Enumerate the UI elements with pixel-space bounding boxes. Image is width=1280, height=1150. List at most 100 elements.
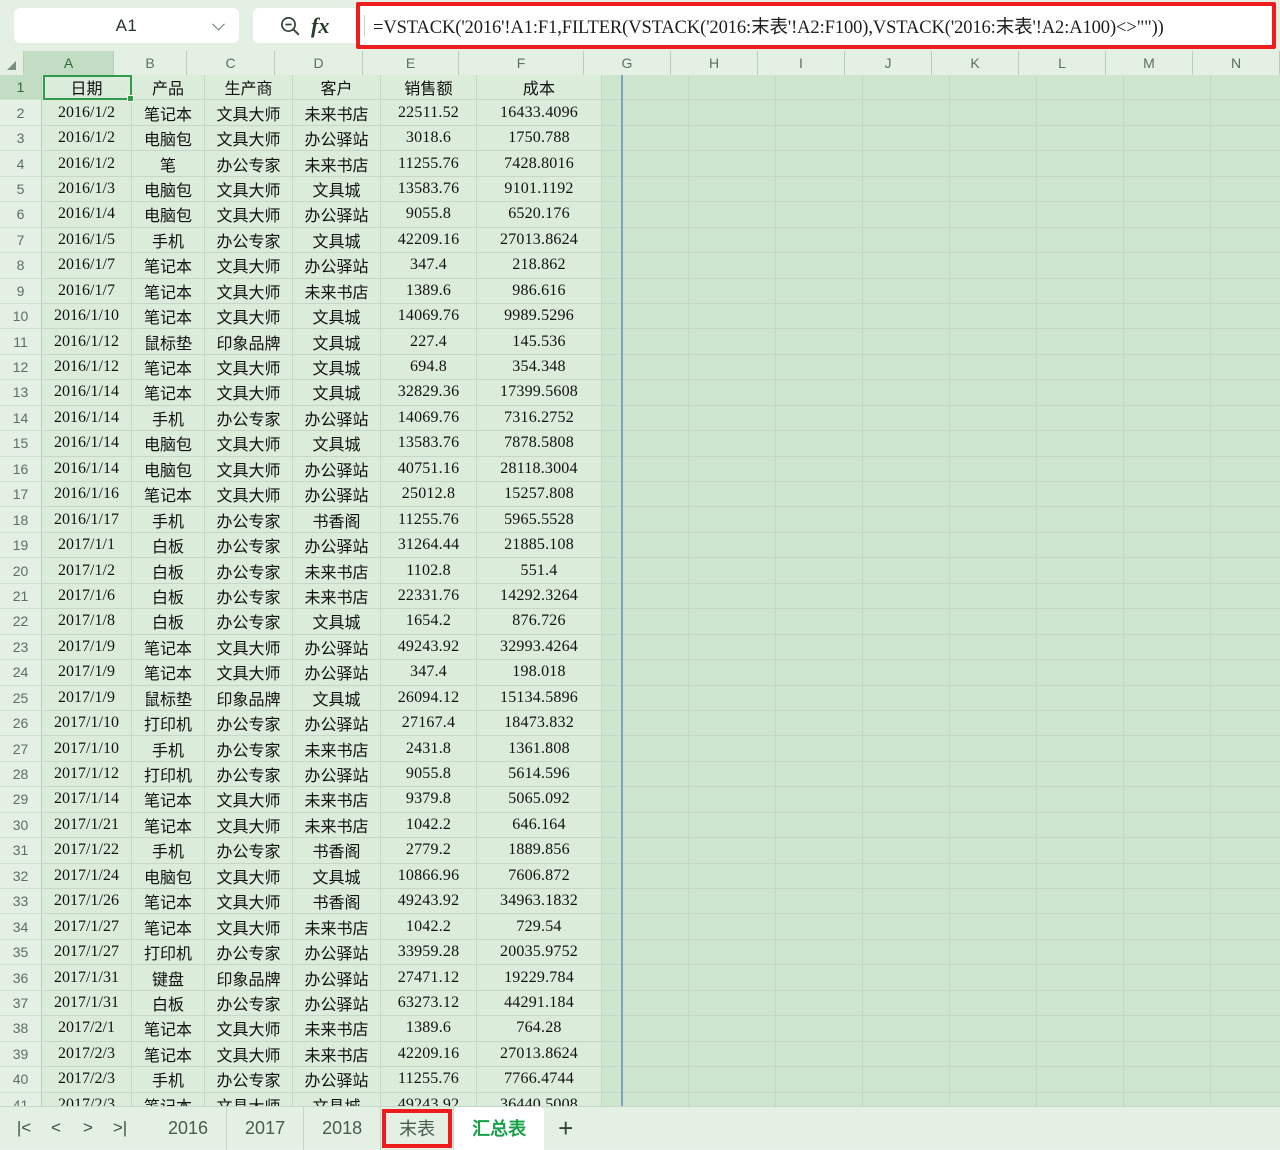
- cell-L33[interactable]: [1037, 889, 1124, 914]
- cell-J32[interactable]: [863, 864, 950, 889]
- cell-D20[interactable]: 未来书店: [293, 558, 381, 583]
- cell-F17[interactable]: 15257.808: [477, 482, 602, 507]
- cell-B3[interactable]: 电脑包: [132, 126, 205, 151]
- cell-F28[interactable]: 5614.596: [477, 762, 602, 787]
- table-row[interactable]: 332017/1/26笔记本文具大师书香阁49243.9234963.1832: [0, 889, 1280, 914]
- cell-B10[interactable]: 笔记本: [132, 304, 205, 329]
- cell-C35[interactable]: 办公专家: [205, 940, 293, 965]
- cell-D1[interactable]: 客户: [293, 75, 381, 100]
- cell-H18[interactable]: [689, 507, 776, 532]
- table-row[interactable]: 182016/1/17手机办公专家书香阁11255.765965.5528: [0, 507, 1280, 532]
- cell-A10[interactable]: 2016/1/10: [42, 304, 132, 329]
- cell-M13[interactable]: [1124, 380, 1211, 405]
- cell-A40[interactable]: 2017/2/3: [42, 1067, 132, 1092]
- cell-L7[interactable]: [1037, 228, 1124, 253]
- cell-I19[interactable]: [776, 533, 863, 558]
- cell-L8[interactable]: [1037, 253, 1124, 278]
- cell-C3[interactable]: 文具大师: [205, 126, 293, 151]
- cell-F16[interactable]: 28118.3004: [477, 457, 602, 482]
- cell-H9[interactable]: [689, 279, 776, 304]
- cell-E37[interactable]: 63273.12: [381, 991, 477, 1016]
- cell-L9[interactable]: [1037, 279, 1124, 304]
- cell-E36[interactable]: 27471.12: [381, 965, 477, 990]
- table-row[interactable]: 232017/1/9笔记本文具大师办公驿站49243.9232993.4264: [0, 635, 1280, 660]
- cell-C24[interactable]: 文具大师: [205, 660, 293, 685]
- cell-J7[interactable]: [863, 228, 950, 253]
- cell-A34[interactable]: 2017/1/27: [42, 914, 132, 939]
- cell-A29[interactable]: 2017/1/14: [42, 787, 132, 812]
- cell-A17[interactable]: 2016/1/16: [42, 482, 132, 507]
- table-row[interactable]: 52016/1/3电脑包文具大师文具城13583.769101.1192: [0, 177, 1280, 202]
- cell-G3[interactable]: [602, 126, 689, 151]
- cell-G2[interactable]: [602, 100, 689, 125]
- cell-K31[interactable]: [950, 838, 1037, 863]
- row-header-2[interactable]: 2: [0, 100, 42, 125]
- cell-E28[interactable]: 9055.8: [381, 762, 477, 787]
- cell-I5[interactable]: [776, 177, 863, 202]
- cell-N16[interactable]: [1211, 457, 1280, 482]
- cell-B13[interactable]: 笔记本: [132, 380, 205, 405]
- cell-B2[interactable]: 笔记本: [132, 100, 205, 125]
- cell-N34[interactable]: [1211, 914, 1280, 939]
- cell-A39[interactable]: 2017/2/3: [42, 1042, 132, 1067]
- cell-E14[interactable]: 14069.76: [381, 406, 477, 431]
- cell-M4[interactable]: [1124, 151, 1211, 176]
- cell-M17[interactable]: [1124, 482, 1211, 507]
- row-header-13[interactable]: 13: [0, 380, 42, 405]
- cell-N11[interactable]: [1211, 329, 1280, 354]
- cell-I36[interactable]: [776, 965, 863, 990]
- cell-B30[interactable]: 笔记本: [132, 813, 205, 838]
- cell-L38[interactable]: [1037, 1016, 1124, 1041]
- table-row[interactable]: 172016/1/16笔记本文具大师办公驿站25012.815257.808: [0, 482, 1280, 507]
- cell-B17[interactable]: 笔记本: [132, 482, 205, 507]
- cell-C23[interactable]: 文具大师: [205, 635, 293, 660]
- cell-J3[interactable]: [863, 126, 950, 151]
- cell-K11[interactable]: [950, 329, 1037, 354]
- cell-N23[interactable]: [1211, 635, 1280, 660]
- cell-D28[interactable]: 办公驿站: [293, 762, 381, 787]
- cell-G6[interactable]: [602, 202, 689, 227]
- cell-I7[interactable]: [776, 228, 863, 253]
- table-row[interactable]: 132016/1/14笔记本文具大师文具城32829.3617399.5608: [0, 380, 1280, 405]
- cell-G20[interactable]: [602, 558, 689, 583]
- cell-I1[interactable]: [776, 75, 863, 100]
- cell-G40[interactable]: [602, 1067, 689, 1092]
- column-header-h[interactable]: H: [671, 51, 758, 75]
- cell-G1[interactable]: [602, 75, 689, 100]
- cell-F11[interactable]: 145.536: [477, 329, 602, 354]
- cell-N29[interactable]: [1211, 787, 1280, 812]
- cell-L40[interactable]: [1037, 1067, 1124, 1092]
- cell-A24[interactable]: 2017/1/9: [42, 660, 132, 685]
- table-row[interactable]: 282017/1/12打印机办公专家办公驿站9055.85614.596: [0, 762, 1280, 787]
- cell-M35[interactable]: [1124, 940, 1211, 965]
- cell-N26[interactable]: [1211, 711, 1280, 736]
- cell-G7[interactable]: [602, 228, 689, 253]
- cell-K17[interactable]: [950, 482, 1037, 507]
- cell-K16[interactable]: [950, 457, 1037, 482]
- cell-H12[interactable]: [689, 355, 776, 380]
- cell-A37[interactable]: 2017/1/31: [42, 991, 132, 1016]
- cell-H13[interactable]: [689, 380, 776, 405]
- cell-B23[interactable]: 笔记本: [132, 635, 205, 660]
- cell-M28[interactable]: [1124, 762, 1211, 787]
- cell-C1[interactable]: 生产商: [205, 75, 293, 100]
- column-header-c[interactable]: C: [187, 51, 275, 75]
- cell-C22[interactable]: 办公专家: [205, 609, 293, 634]
- cell-L39[interactable]: [1037, 1042, 1124, 1067]
- cell-K32[interactable]: [950, 864, 1037, 889]
- cell-B18[interactable]: 手机: [132, 507, 205, 532]
- cell-E30[interactable]: 1042.2: [381, 813, 477, 838]
- cell-D5[interactable]: 文具城: [293, 177, 381, 202]
- cell-F2[interactable]: 16433.4096: [477, 100, 602, 125]
- cell-E8[interactable]: 347.4: [381, 253, 477, 278]
- cell-K35[interactable]: [950, 940, 1037, 965]
- cell-N9[interactable]: [1211, 279, 1280, 304]
- column-header-m[interactable]: M: [1106, 51, 1193, 75]
- cell-I30[interactable]: [776, 813, 863, 838]
- table-row[interactable]: 312017/1/22手机办公专家书香阁2779.21889.856: [0, 838, 1280, 863]
- cell-E40[interactable]: 11255.76: [381, 1067, 477, 1092]
- next-sheet-icon[interactable]: >: [80, 1118, 96, 1138]
- column-header-d[interactable]: D: [275, 51, 363, 75]
- cell-B8[interactable]: 笔记本: [132, 253, 205, 278]
- cell-K10[interactable]: [950, 304, 1037, 329]
